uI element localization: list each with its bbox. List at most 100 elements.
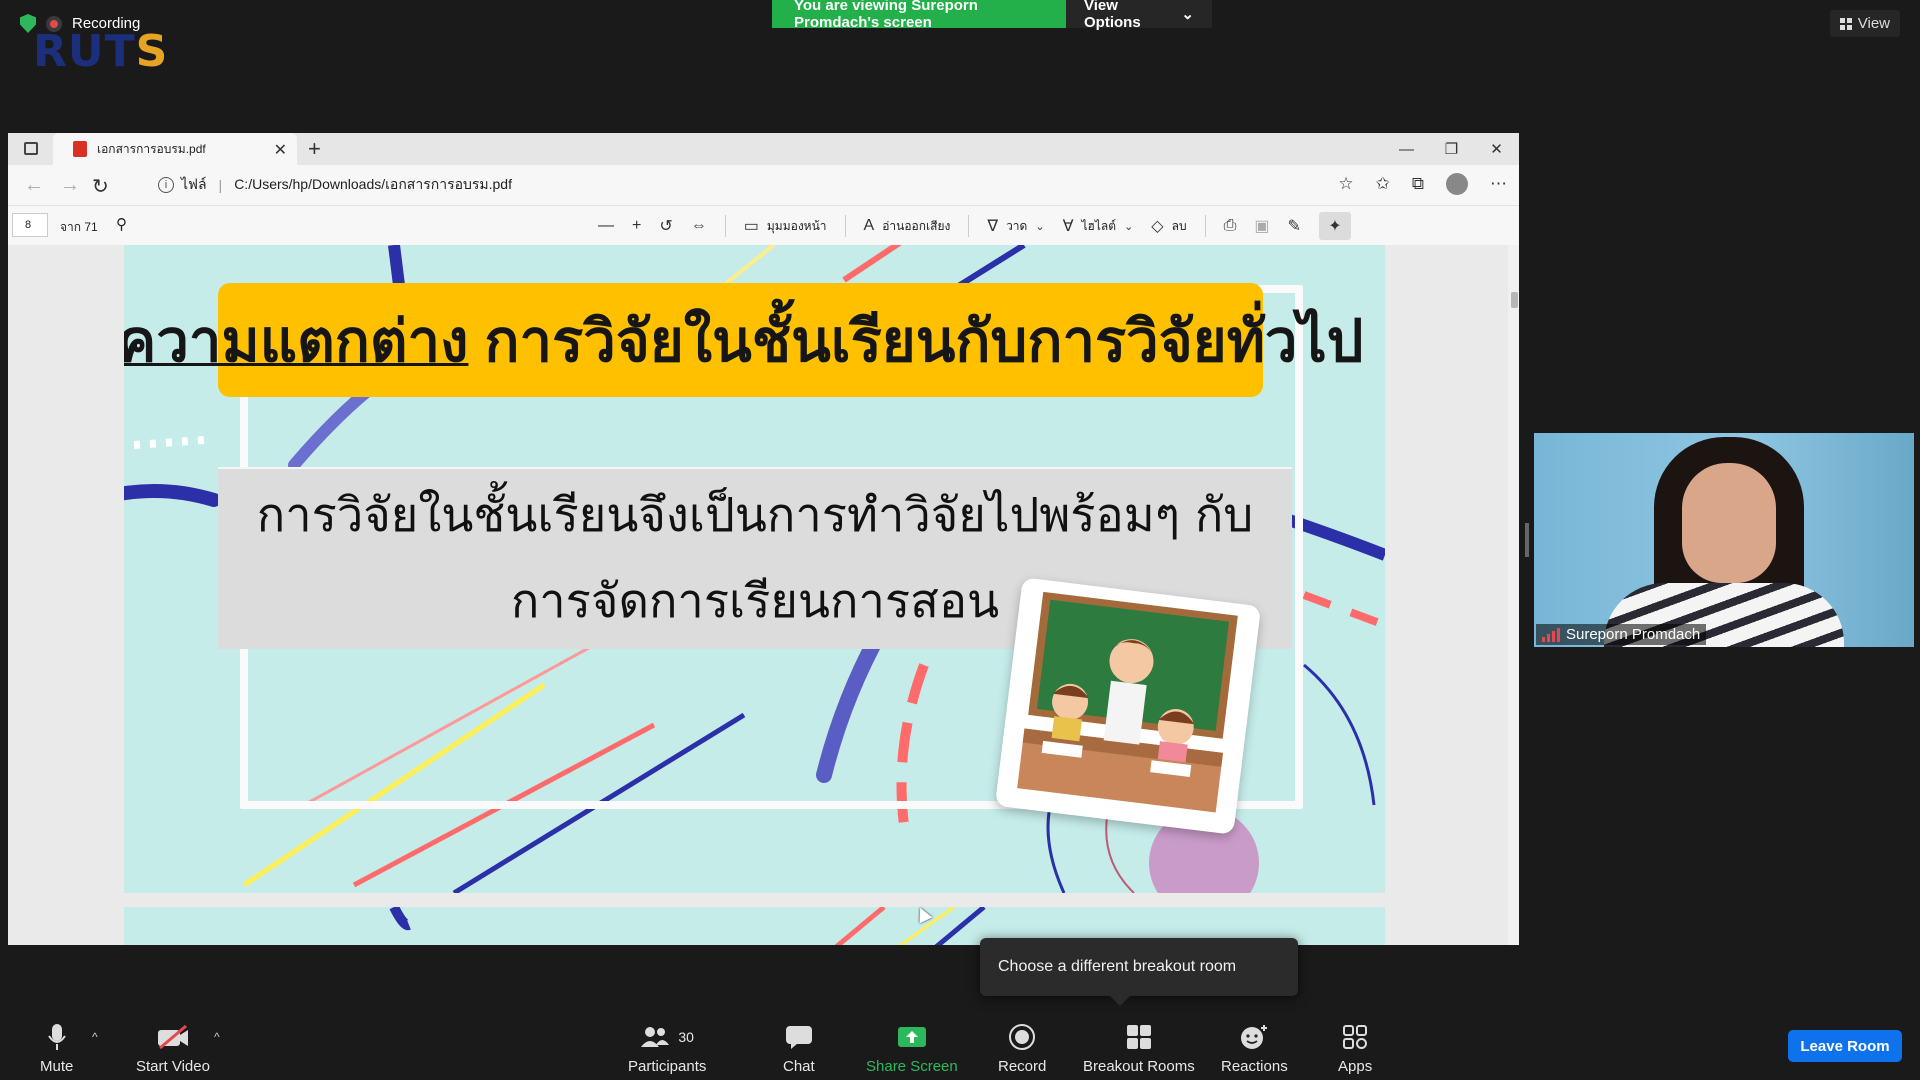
minimize-icon[interactable]: — — [1384, 133, 1429, 165]
favorites-icon[interactable]: ✩ — [1376, 174, 1390, 194]
read-aloud-button[interactable]: A อ่านออกเสียง — [864, 217, 951, 236]
record-icon — [1008, 1022, 1036, 1052]
share-screen-icon — [897, 1022, 927, 1052]
address-bar[interactable]: i ไฟล์ | C:/Users/hp/Downloads/เอกสารการ… — [158, 170, 1316, 200]
eraser-icon: ◇ — [1151, 218, 1164, 235]
participant-video-tile[interactable]: Sureporn Promdach — [1534, 433, 1914, 647]
reactions-icon — [1239, 1022, 1269, 1052]
security-shield-icon[interactable] — [20, 14, 36, 33]
meeting-toolbar: Mute ^ Start Video ^ 30 Participants Cha… — [0, 1010, 1920, 1080]
view-options-button[interactable]: View Options ⌄ — [1066, 0, 1212, 31]
highlight-icon: ∀ — [1062, 218, 1074, 235]
grid-view-icon — [1839, 17, 1852, 30]
breakout-tooltip: Choose a different breakout room — [980, 938, 1298, 1006]
slide-title-banner: ความแตกต่าง การวิจัยในชั้นเรียนกับการวิจ… — [124, 283, 1363, 397]
record-button[interactable]: Record — [998, 1022, 1046, 1075]
zoom-in-icon[interactable]: + — [632, 217, 641, 235]
viewing-banner: You are viewing Sureporn Promdach's scre… — [772, 0, 1212, 31]
participant-count: 30 — [678, 1029, 694, 1045]
classroom-cartoon-image — [1017, 591, 1238, 813]
participant-name-tag: Sureporn Promdach — [1536, 624, 1707, 645]
forward-icon[interactable]: → — [60, 174, 80, 197]
rut-logo: RUTS — [33, 26, 169, 77]
erase-button[interactable]: ◇ ลบ — [1151, 216, 1186, 236]
recording-label: Recording — [72, 15, 141, 32]
browser-tab[interactable]: เอกสารการอบรม.pdf ✕ — [53, 133, 297, 165]
apps-button[interactable]: Apps — [1338, 1022, 1372, 1075]
rotate-icon[interactable]: ↺ — [659, 216, 672, 236]
microphone-icon — [47, 1022, 67, 1052]
viewing-label: You are viewing Sureporn Promdach's scre… — [772, 0, 1066, 31]
save-icon[interactable]: ▣ — [1254, 216, 1269, 236]
restore-icon[interactable]: ❐ — [1429, 133, 1474, 165]
pdf-document-area[interactable]: ความแตกต่าง การวิจัยในชั้นเรียนกับการวิจ… — [8, 245, 1508, 945]
page-number-input[interactable]: 8 — [12, 213, 48, 237]
zoom-out-icon[interactable]: — — [598, 217, 614, 235]
video-options-caret[interactable]: ^ — [214, 1030, 220, 1044]
close-tab-icon[interactable]: ✕ — [274, 140, 287, 160]
chevron-down-icon: ⌄ — [1181, 6, 1194, 23]
slide-body-line-1: การวิจัยในชั้นเรียนจึงเป็นการทำวิจัยไปพร… — [256, 488, 1254, 543]
chat-button[interactable]: Chat — [783, 1022, 815, 1075]
participants-icon: 30 — [640, 1022, 694, 1052]
chevron-down-icon: ⌄ — [1124, 220, 1134, 233]
pdf-toolbar: 8 จาก 71 ⚲ — + ↺ ⇔ ▭ มุมมองหน้า A อ่านออกเ… — [8, 205, 1519, 246]
info-icon[interactable]: i — [158, 177, 174, 193]
slide-title-underlined: ความแตกต่าง — [124, 306, 469, 375]
video-person-face — [1682, 463, 1776, 583]
read-aloud-icon: A — [863, 217, 875, 234]
pdf-scrollbar[interactable] — [1508, 245, 1519, 945]
view-button[interactable]: View — [1829, 10, 1900, 37]
toolbar-divider — [968, 215, 970, 237]
collections-icon[interactable]: ⧉ — [1412, 174, 1424, 194]
fit-page-icon[interactable]: ⇔ — [691, 217, 707, 235]
toolbar-divider — [724, 215, 726, 237]
start-video-button[interactable]: Start Video — [136, 1022, 210, 1075]
add-favorite-icon[interactable]: ☆ — [1338, 174, 1353, 194]
save-as-icon[interactable]: ✎ — [1288, 216, 1301, 236]
address-prefix: ไฟล์ — [181, 176, 207, 192]
highlight-button[interactable]: ∀ ไฮไลต์ ⌄ — [1063, 216, 1134, 236]
participants-button[interactable]: 30 Participants — [628, 1022, 706, 1075]
draw-icon: ∇ — [987, 218, 999, 235]
pdf-slide-page: ความแตกต่าง การวิจัยในชั้นเรียนกับการวิจ… — [124, 245, 1385, 893]
share-screen-button[interactable]: Share Screen — [866, 1022, 958, 1075]
tab-actions-icon[interactable] — [24, 142, 38, 155]
toolbar-divider — [1204, 215, 1206, 237]
leave-room-button[interactable]: Leave Room — [1788, 1030, 1902, 1062]
apps-icon — [1342, 1022, 1368, 1052]
breakout-rooms-icon — [1126, 1022, 1152, 1052]
video-off-icon — [156, 1022, 190, 1052]
recording-indicator[interactable]: Recording — [20, 14, 140, 33]
refresh-icon[interactable]: ↻ — [92, 174, 109, 199]
profile-avatar[interactable] — [1446, 173, 1468, 195]
page-view-button[interactable]: ▭ มุมมองหน้า — [744, 216, 827, 236]
chat-icon — [785, 1022, 813, 1052]
pin-icon: ✦ — [1328, 218, 1342, 235]
panel-splitter[interactable] — [1525, 523, 1529, 557]
draw-button[interactable]: ∇ วาด ⌄ — [987, 216, 1044, 236]
new-tab-icon[interactable]: + — [308, 136, 321, 162]
mute-button[interactable]: Mute — [40, 1022, 73, 1075]
reactions-button[interactable]: Reactions — [1221, 1022, 1288, 1075]
more-options-icon[interactable]: ⋯ — [1490, 174, 1507, 194]
address-bar-row: ← → ↻ i ไฟล์ | C:/Users/hp/Downloads/เอก… — [8, 165, 1519, 205]
chevron-down-icon: ⌄ — [1035, 220, 1045, 233]
slide-title-text: การวิจัยในชั้นเรียนกับการวิจัยทั่วไป — [484, 306, 1364, 375]
scrollbar-thumb[interactable] — [1511, 292, 1518, 308]
close-window-icon[interactable]: ✕ — [1474, 133, 1519, 165]
page-total: จาก 71 — [60, 220, 98, 234]
mute-options-caret[interactable]: ^ — [92, 1030, 98, 1044]
browser-action-icons: ☆ ✩ ⧉ ⋯ — [1338, 173, 1507, 195]
pin-toolbar-button[interactable]: ✦ — [1318, 212, 1351, 240]
pdf-tools: — + ↺ ⇔ ▭ มุมมองหน้า A อ่านออกเสียง ∇ วาด ⌄ … — [598, 206, 1351, 246]
back-icon[interactable]: ← — [24, 174, 44, 197]
shared-browser-window: เอกสารการอบรม.pdf ✕ + — ❐ ✕ ← → ↻ i ไฟล์… — [8, 133, 1519, 945]
print-icon[interactable]: ⎙ — [1224, 217, 1237, 235]
participant-name: Sureporn Promdach — [1566, 626, 1701, 643]
search-icon[interactable]: ⚲ — [116, 215, 127, 233]
breakout-rooms-button[interactable]: Breakout Rooms — [1083, 1022, 1195, 1075]
tab-title: เอกสารการอบรม.pdf — [97, 141, 206, 156]
address-separator: | — [218, 177, 223, 193]
slide-body-line-2: การจัดการเรียนการสอน — [510, 574, 1000, 629]
